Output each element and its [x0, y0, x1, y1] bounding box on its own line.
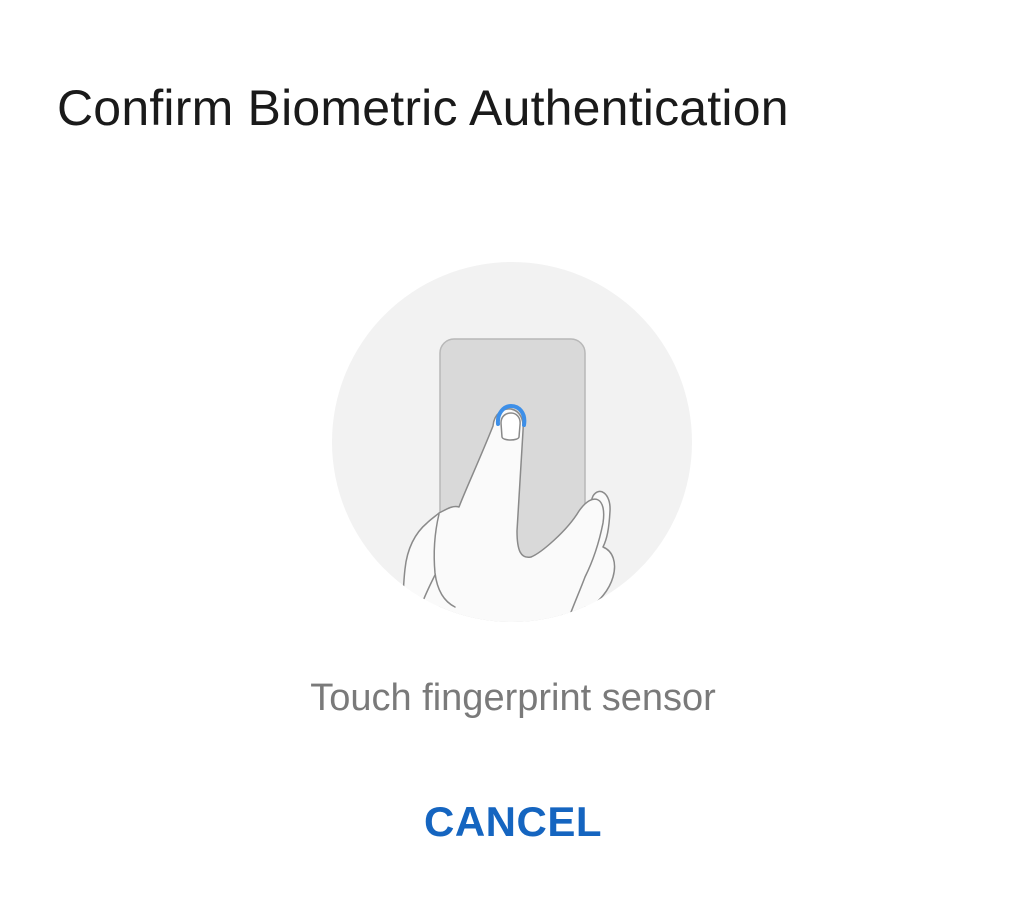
biometric-dialog: Confirm Biometric Authentication Touch f…: [0, 0, 1026, 901]
fingerprint-prompt: Touch fingerprint sensor: [310, 677, 716, 719]
fingerprint-touch-icon: [332, 262, 692, 622]
cancel-button[interactable]: CANCEL: [393, 786, 633, 858]
fingerprint-illustration: [331, 261, 693, 623]
dialog-title: Confirm Biometric Authentication: [57, 80, 789, 136]
fingernail-shape: [500, 412, 521, 441]
